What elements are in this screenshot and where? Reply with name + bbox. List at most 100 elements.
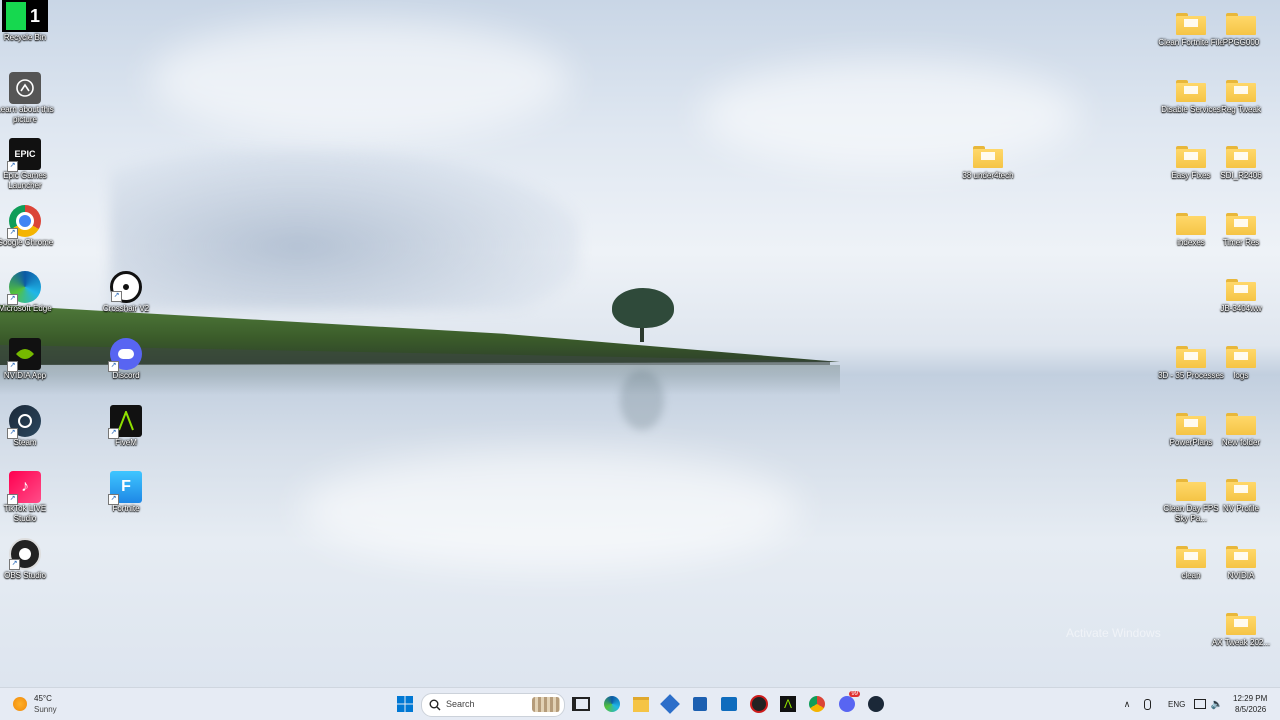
desktop-folder[interactable]: SDI_R2406 <box>1208 138 1274 181</box>
folder-icon <box>1225 338 1257 370</box>
desktop-folder[interactable]: logs <box>1208 338 1274 381</box>
show-hidden-icons[interactable]: ∧ <box>1120 693 1134 715</box>
taskbar-discord[interactable]: 99 <box>836 691 860 715</box>
folder-icon <box>1225 538 1257 570</box>
browser-icon <box>660 694 680 714</box>
sun-icon <box>13 697 27 711</box>
desktop-icon-tiktok[interactable]: ♪ ↗ TikTok LIVE Studio <box>0 471 58 524</box>
folder-icon <box>1225 471 1257 503</box>
fortnite-badge: F <box>121 478 131 495</box>
epic-badge: EPIC <box>14 149 36 159</box>
taskbar-file-explorer[interactable] <box>630 693 652 715</box>
desktop-icon-recycle-bin[interactable]: 1 Recycle Bin <box>0 0 58 43</box>
folder-icon <box>1175 538 1207 570</box>
desktop-icon-epic[interactable]: EPIC ↗ Epic Games Launcher <box>0 138 58 191</box>
nvidia-icon: ↗ <box>7 338 41 372</box>
desktop-folder-38-under4tech[interactable]: 38 under4tech <box>955 138 1021 181</box>
chrome-icon: ↗ <box>7 205 41 239</box>
folder-icon <box>1175 5 1207 37</box>
language-indicator[interactable]: ENG <box>1168 700 1185 709</box>
store-icon <box>693 697 707 711</box>
discord-icon <box>839 696 855 712</box>
tree-reflection <box>620 370 664 430</box>
shortcut-arrow-icon: ↗ <box>7 428 18 439</box>
folder-icon <box>1225 72 1257 104</box>
shortcut-arrow-icon: ↗ <box>7 361 18 372</box>
file-explorer-icon <box>633 696 649 712</box>
folder-icon <box>1225 205 1257 237</box>
desktop-icon-crosshair[interactable]: ↗ Crosshair V2 <box>93 271 159 314</box>
weather-widget[interactable]: 45°C Sunny <box>0 688 80 720</box>
desktop-folder[interactable]: AX Tweak 202... <box>1208 605 1274 648</box>
desktop-icon-label: Crosshair V2 <box>102 304 150 313</box>
network-icon[interactable] <box>1193 693 1207 715</box>
desktop-icon-fivem[interactable]: ↗ FiveM <box>93 405 159 448</box>
folder-icon <box>1225 271 1257 303</box>
desktop-icon-label: PPGG000 <box>1222 38 1260 47</box>
taskbar-fivem[interactable]: Λ <box>777 693 799 715</box>
shortcut-arrow-icon: ↗ <box>108 428 119 439</box>
folder-icon <box>1175 72 1207 104</box>
desktop-icon-label: Recycle Bin <box>3 33 47 42</box>
clock-time[interactable]: 12:29 PM <box>1233 694 1267 703</box>
desktop-icon-label: Reg Tweak <box>1221 105 1261 114</box>
mic-icon[interactable] <box>1140 693 1154 715</box>
learn-icon <box>9 72 41 104</box>
desktop-icon-label: FiveM <box>115 438 137 447</box>
start-button[interactable] <box>394 693 416 715</box>
folder-icon <box>1175 338 1207 370</box>
taskbar-store[interactable] <box>689 693 711 715</box>
desktop-icon-label: 38 under4tech <box>962 171 1014 180</box>
desktop-icon-label: Fortnite <box>112 504 140 513</box>
notification-badge: 99 <box>849 691 860 697</box>
desktop-icon-label: NV Profile <box>1222 504 1259 513</box>
taskbar-outlook[interactable] <box>718 693 740 715</box>
desktop-icon-edge[interactable]: ↗ Microsoft Edge <box>0 271 58 314</box>
fivem-icon: Λ <box>780 696 796 712</box>
edge-icon: ↗ <box>7 271 41 305</box>
desktop-icon-nvidia[interactable]: ↗ NVIDIA App <box>0 338 58 381</box>
steam-icon: ↗ <box>7 405 41 439</box>
taskbar-media[interactable] <box>748 693 770 715</box>
desktop-icon-fortnite[interactable]: F ↗ Fortnite <box>93 471 159 514</box>
edge-icon <box>604 696 620 712</box>
desktop-icon-chrome[interactable]: ↗ Google Chrome <box>0 205 58 248</box>
desktop-folder[interactable]: NV Profile <box>1208 471 1274 514</box>
taskbar-chrome[interactable] <box>806 693 828 715</box>
task-view-button[interactable] <box>570 693 592 715</box>
taskbar: 45°C Sunny Search Λ 99 ∧ ENG 🔈 12:29 PM … <box>0 687 1280 720</box>
weather-description: Sunny <box>34 705 57 714</box>
volume-icon[interactable]: 🔈 <box>1210 693 1224 715</box>
desktop-folder[interactable]: Timer Res <box>1208 205 1274 248</box>
desktop-icon-discord[interactable]: ↗ Discord <box>93 338 159 381</box>
desktop-folder[interactable]: New folder <box>1208 405 1274 448</box>
crosshair-icon: ↗ <box>110 271 142 303</box>
taskbar-browser[interactable] <box>659 693 681 715</box>
desktop-icon-label: logs <box>1233 371 1249 380</box>
chevron-up-icon: ∧ <box>1123 698 1131 709</box>
desktop-icon-steam[interactable]: ↗ Steam <box>0 405 58 448</box>
fortnite-icon: F ↗ <box>108 471 142 505</box>
desktop-icon-label: OBS Studio <box>4 571 46 580</box>
desktop-icon-learn[interactable]: Learn about this picture <box>0 72 58 125</box>
clock-date[interactable]: 8/5/2026 <box>1235 705 1266 714</box>
tiktok-icon: ♪ ↗ <box>7 471 41 505</box>
activation-watermark: Activate Windows <box>1066 626 1161 640</box>
shortcut-arrow-icon: ↗ <box>108 361 119 372</box>
desktop-icon-label: JB-3404ww <box>1220 304 1262 313</box>
search-icon <box>429 699 441 711</box>
desktop-icon-obs[interactable]: ↗ OBS Studio <box>0 538 58 581</box>
desktop-folder[interactable]: NVIDIA <box>1208 538 1274 581</box>
cloud <box>150 20 570 140</box>
desktop-folder[interactable]: JB-3404ww <box>1208 271 1274 314</box>
taskbar-search[interactable]: Search <box>421 693 565 717</box>
desktop-folder[interactable]: Reg Tweak <box>1208 72 1274 115</box>
desktop-folder[interactable]: PPGG000 <box>1208 5 1274 48</box>
taskbar-edge[interactable] <box>601 693 623 715</box>
tree <box>612 288 674 328</box>
shortcut-arrow-icon: ↗ <box>7 228 18 239</box>
taskbar-steam[interactable] <box>865 693 887 715</box>
weather-temperature: 45°C <box>34 694 52 703</box>
shortcut-arrow-icon: ↗ <box>111 291 122 302</box>
task-view-icon <box>572 697 590 711</box>
